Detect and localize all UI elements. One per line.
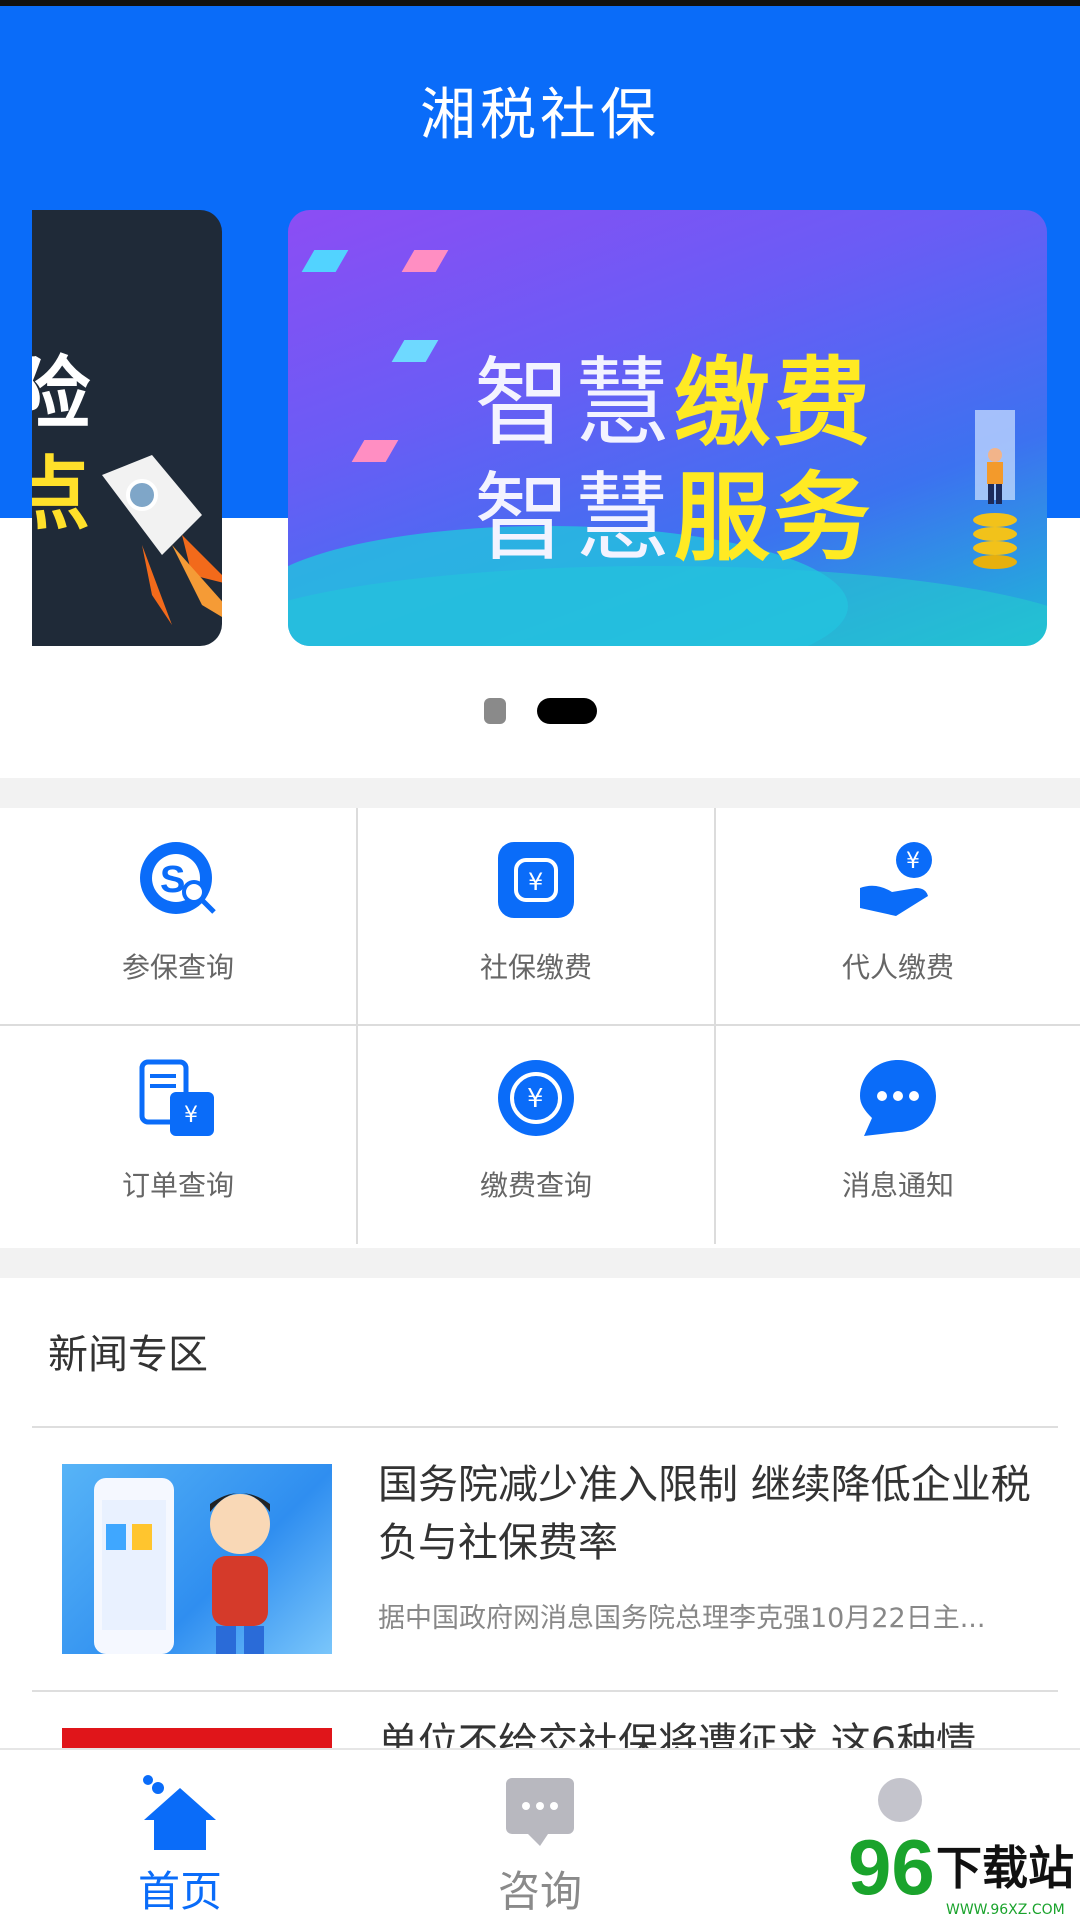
- service-label: 代人缴费: [841, 951, 954, 984]
- news-divider: [32, 1426, 1058, 1428]
- service-proxy-payment[interactable]: ¥ 代人缴费: [716, 808, 1080, 1026]
- news-divider: [32, 1690, 1058, 1692]
- order-receipt-icon: ¥: [139, 1059, 214, 1136]
- news-section-title: 新闻专区: [48, 1332, 208, 1378]
- app-title: 湘税社保: [420, 83, 660, 148]
- svg-text:下载站: 下载站: [936, 1841, 1074, 1895]
- news-headline: 国务院减少准入限制 继续降低企业税负与社保费率: [378, 1462, 1031, 1566]
- banner-prev-text-1: 险: [32, 348, 90, 441]
- news-thumbnail: [62, 1728, 332, 1748]
- cube-decoration: [351, 440, 399, 462]
- carousel-dot-1[interactable]: [484, 698, 506, 724]
- tab-label: 咨询: [497, 1867, 582, 1916]
- service-label: 缴费查询: [479, 1169, 592, 1202]
- service-insurance-query[interactable]: S 参保查询: [0, 808, 358, 1026]
- status-bar: [0, 0, 1080, 6]
- tab-consult[interactable]: 咨询: [360, 1750, 720, 1922]
- svg-text:96: 96: [848, 1823, 935, 1911]
- banner-slide-previous[interactable]: 险 点: [32, 210, 222, 646]
- slogan-yellow-text: 服务: [674, 462, 874, 574]
- slogan-white-text: 智慧: [474, 462, 674, 574]
- service-label: 订单查询: [121, 1169, 234, 1202]
- service-label: 社保缴费: [479, 951, 592, 984]
- svg-text:¥: ¥: [527, 1084, 544, 1114]
- chat-icon: [506, 1778, 574, 1846]
- service-payment-query[interactable]: ¥ 缴费查询: [358, 1026, 716, 1244]
- svg-text:WWW.96XZ.COM: WWW.96XZ.COM: [946, 1902, 1065, 1918]
- chat-bubble-icon: [860, 1060, 936, 1136]
- section-divider: [0, 778, 1080, 808]
- svg-text:¥: ¥: [906, 849, 920, 874]
- wallet-payment-icon: ¥: [498, 842, 574, 918]
- site-watermark: 96 下载站 WWW.96XZ.COM: [848, 1822, 1080, 1922]
- banner-slogan-line2: 智慧服务: [474, 440, 874, 579]
- banner-slide-current[interactable]: 智慧缴费 智慧服务: [288, 210, 1047, 646]
- home-icon: [143, 1775, 216, 1850]
- news-summary: 据中国政府网消息国务院总理李克强10月22日主...: [378, 1603, 986, 1634]
- service-grid: S 参保查询 ¥ 社保缴费 ¥ 代人缴费 ¥ 订单查询 ¥ 缴费查询 消息通知: [0, 808, 1080, 1248]
- cube-decoration: [401, 250, 449, 272]
- phone-cartoon-illustration: [94, 1478, 270, 1654]
- yuan-refresh-icon: ¥: [498, 1060, 574, 1136]
- news-headline: 单位不给交社保将遭征求 这6种情: [378, 1720, 977, 1748]
- bottom-tab-bar: 首页 咨询 96 下载站 WWW.96XZ.COM: [0, 1748, 1080, 1922]
- service-label: 消息通知: [841, 1169, 954, 1202]
- tab-home[interactable]: 首页: [0, 1750, 360, 1922]
- insurance-search-icon: S: [140, 842, 216, 914]
- svg-text:S: S: [160, 859, 185, 901]
- service-social-payment[interactable]: ¥ 社保缴费: [358, 808, 716, 1026]
- hand-coin-icon: ¥: [860, 842, 932, 916]
- news-thumbnail: [62, 1464, 332, 1654]
- carousel-dot-2-active[interactable]: [537, 698, 597, 724]
- cube-decoration: [391, 340, 439, 362]
- rocket-icon: [102, 455, 222, 625]
- tab-label: 首页: [137, 1867, 222, 1916]
- service-notifications[interactable]: 消息通知: [716, 1026, 1080, 1244]
- service-order-query[interactable]: ¥ 订单查询: [0, 1026, 358, 1244]
- cube-decoration: [301, 250, 349, 272]
- svg-text:¥: ¥: [528, 868, 543, 896]
- person-coins-illustration: [973, 410, 1017, 569]
- svg-text:¥: ¥: [184, 1103, 198, 1128]
- section-divider: [0, 1248, 1080, 1278]
- watermark-logo: 96 下载站 WWW.96XZ.COM: [848, 1823, 1074, 1918]
- service-label: 参保查询: [121, 951, 234, 984]
